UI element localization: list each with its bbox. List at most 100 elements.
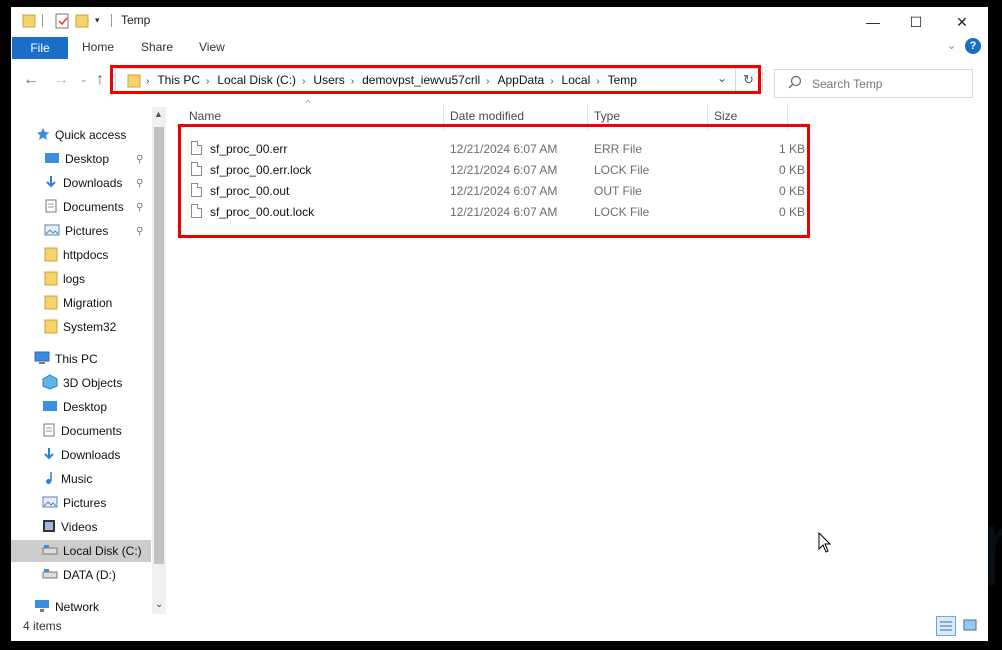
navigation-pane: Quick access Desktop ⚲ Downloads ⚲ Documents ⚲… bbox=[11, 107, 166, 614]
scroll-up-icon[interactable]: ▲ bbox=[154, 109, 163, 119]
drive-icon bbox=[42, 544, 58, 559]
column-name[interactable]: Name bbox=[189, 109, 221, 123]
scroll-thumb[interactable] bbox=[154, 127, 164, 564]
sidebar-item[interactable]: Music bbox=[11, 468, 151, 490]
expand-ribbon-icon[interactable]: ⌄ bbox=[947, 39, 956, 52]
drive-icon bbox=[42, 568, 58, 583]
back-arrow-icon[interactable]: ← bbox=[23, 71, 39, 89]
up-arrow-icon[interactable]: ↑ bbox=[96, 71, 104, 89]
item-count: 4 items bbox=[23, 619, 62, 633]
sidebar-item[interactable]: Desktop ⚲ bbox=[11, 148, 151, 170]
documents-icon bbox=[42, 423, 56, 440]
sidebar-item[interactable]: Local Disk (C:) bbox=[11, 540, 151, 562]
sidebar-item[interactable]: This PC bbox=[11, 348, 151, 370]
maximize-button[interactable]: ☐ bbox=[893, 7, 939, 37]
sidebar-scrollbar[interactable]: ▲ ⌄ bbox=[152, 107, 166, 614]
large-icons-view-button[interactable] bbox=[961, 616, 981, 636]
help-icon[interactable]: ? bbox=[965, 38, 981, 54]
sidebar-item[interactable]: Downloads ⚲ bbox=[11, 172, 151, 194]
sidebar-item[interactable]: Documents ⚲ bbox=[11, 196, 151, 218]
sidebar-item[interactable]: httpdocs bbox=[11, 244, 151, 266]
sidebar-item-label: 3D Objects bbox=[63, 376, 123, 390]
sidebar-item[interactable]: Pictures ⚲ bbox=[11, 220, 151, 242]
sort-ascending-icon: ^ bbox=[306, 98, 311, 108]
sidebar-item[interactable]: Downloads bbox=[11, 444, 151, 466]
folder-icon bbox=[22, 12, 36, 30]
sidebar-item-label: Pictures bbox=[65, 224, 109, 238]
sidebar-item-label: Pictures bbox=[63, 496, 107, 510]
pin-icon[interactable]: ⚲ bbox=[136, 226, 143, 237]
customize-toolbar-icon[interactable]: ▾ bbox=[95, 15, 100, 33]
sidebar-item-label: Desktop bbox=[63, 400, 108, 414]
sidebar-item[interactable]: Videos bbox=[11, 516, 151, 538]
address-highlight-box bbox=[110, 65, 761, 94]
properties-icon[interactable] bbox=[54, 12, 70, 30]
download-icon bbox=[42, 447, 56, 464]
files-highlight-box bbox=[178, 124, 810, 238]
star-icon bbox=[36, 127, 50, 144]
ribbon: File Home Share View ⌄ ? bbox=[11, 37, 988, 59]
status-bar: 4 items bbox=[11, 616, 988, 641]
details-view-button[interactable] bbox=[936, 616, 956, 636]
pictures-icon bbox=[44, 223, 60, 240]
forward-arrow-icon[interactable]: → bbox=[53, 71, 69, 89]
sidebar-item-label: This PC bbox=[55, 352, 98, 366]
window-title: Temp bbox=[121, 13, 151, 27]
tab-view[interactable]: View bbox=[199, 40, 225, 54]
sidebar-item-label: DATA (D:) bbox=[63, 568, 116, 582]
divider bbox=[42, 14, 43, 27]
sidebar-item[interactable]: System32 bbox=[11, 316, 151, 338]
sidebar-item-label: Quick access bbox=[55, 128, 127, 142]
tab-home[interactable]: Home bbox=[82, 40, 114, 54]
folder-icon bbox=[44, 270, 58, 289]
sidebar-item-label: logs bbox=[63, 272, 86, 286]
search-box[interactable]: Search Temp bbox=[774, 69, 973, 98]
music-icon bbox=[42, 471, 56, 488]
sidebar-item-label: Music bbox=[61, 472, 93, 486]
desktop-icon bbox=[44, 151, 60, 168]
network-icon bbox=[34, 599, 50, 616]
sidebar-item[interactable]: Desktop bbox=[11, 396, 151, 418]
sidebar-item-label: Migration bbox=[63, 296, 113, 310]
cube-icon bbox=[42, 373, 58, 393]
explorer-window: ▾ Temp — ☐ ✕ File Home Share View ⌄ ? ← … bbox=[11, 7, 988, 641]
pictures-icon bbox=[42, 495, 58, 512]
tab-file[interactable]: File bbox=[12, 37, 68, 59]
column-date-modified[interactable]: Date modified bbox=[450, 109, 524, 123]
divider bbox=[111, 14, 112, 27]
sidebar-item[interactable]: Migration bbox=[11, 292, 151, 314]
sidebar-item[interactable]: Quick access bbox=[11, 124, 151, 146]
tab-share[interactable]: Share bbox=[141, 40, 173, 54]
sidebar-item[interactable]: Documents bbox=[11, 420, 151, 442]
sidebar-item-label: Videos bbox=[61, 520, 98, 534]
videos-icon bbox=[42, 519, 56, 536]
pin-icon[interactable]: ⚲ bbox=[136, 178, 143, 189]
sidebar-item[interactable]: Network bbox=[11, 596, 151, 618]
sidebar-item[interactable]: 3D Objects bbox=[11, 372, 151, 394]
sidebar-item[interactable]: Pictures bbox=[11, 492, 151, 514]
mouse-pointer-icon bbox=[818, 532, 832, 553]
new-folder-icon[interactable] bbox=[75, 12, 89, 30]
folder-icon bbox=[44, 294, 58, 313]
folder-icon bbox=[44, 318, 58, 337]
desktop-icon bbox=[42, 399, 58, 416]
search-icon bbox=[788, 75, 802, 92]
scroll-down-icon[interactable]: ⌄ bbox=[155, 599, 163, 610]
pin-icon[interactable]: ⚲ bbox=[136, 202, 143, 213]
close-button[interactable]: ✕ bbox=[939, 7, 985, 37]
download-icon bbox=[44, 175, 58, 192]
title-bar: ▾ Temp — ☐ ✕ bbox=[11, 7, 988, 37]
column-size[interactable]: Size bbox=[714, 109, 737, 123]
column-type[interactable]: Type bbox=[594, 109, 620, 123]
sidebar-item-label: Documents bbox=[61, 424, 122, 438]
sidebar-item[interactable]: logs bbox=[11, 268, 151, 290]
pin-icon[interactable]: ⚲ bbox=[136, 154, 143, 165]
sidebar-item-label: Downloads bbox=[63, 176, 123, 190]
recent-locations-icon[interactable]: ⌄ bbox=[80, 74, 88, 85]
navigation-bar: ← → ⌄ ↑ › This PC › Local Disk (C:) › Users › d… bbox=[11, 64, 988, 98]
documents-icon bbox=[44, 199, 58, 216]
minimize-button[interactable]: — bbox=[850, 7, 896, 37]
sidebar-item[interactable]: DATA (D:) bbox=[11, 564, 151, 586]
sidebar-item-label: httpdocs bbox=[63, 248, 109, 262]
search-input[interactable]: Search Temp bbox=[812, 77, 882, 91]
